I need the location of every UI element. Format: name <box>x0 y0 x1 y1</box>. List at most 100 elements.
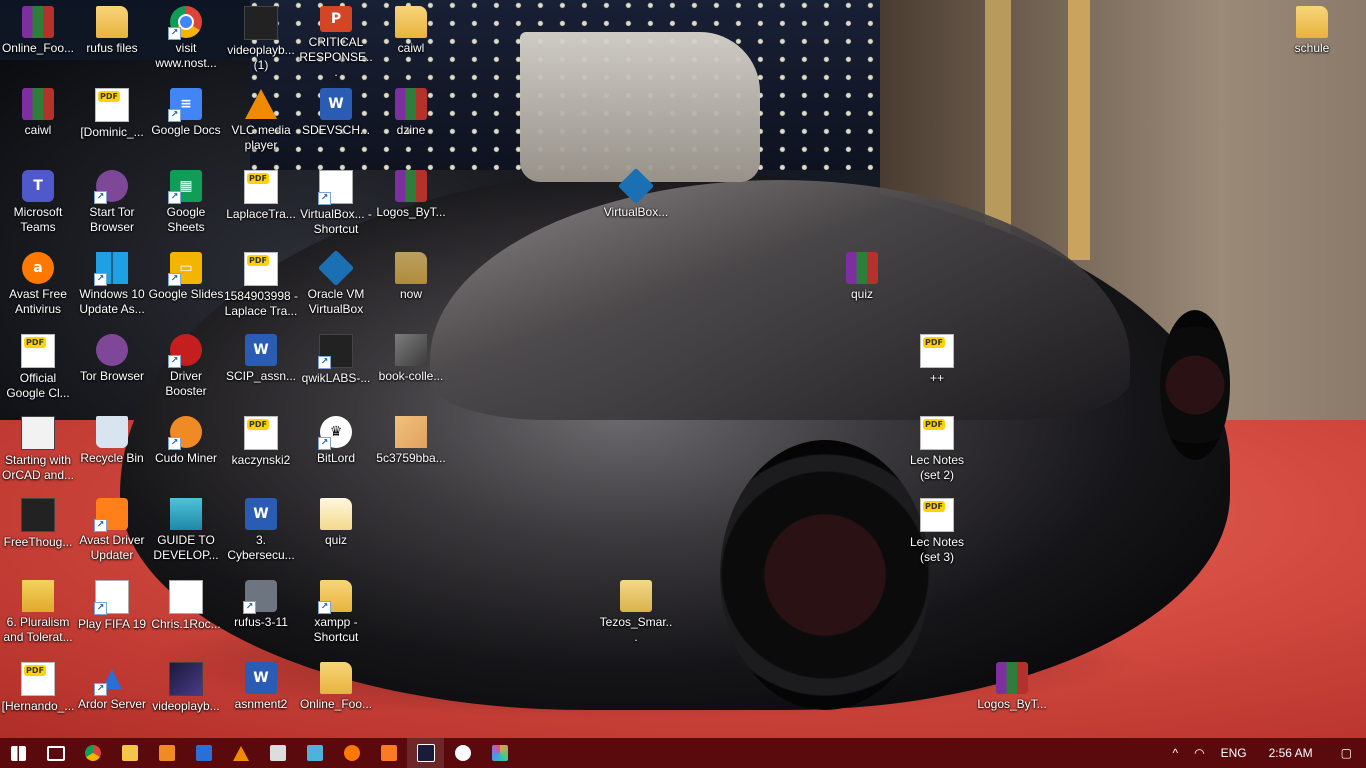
desktop-icon-schule[interactable]: schule <box>1274 0 1350 80</box>
powershell-icon <box>416 744 435 762</box>
taskbar-vlc[interactable] <box>222 738 259 768</box>
desktop-icon-virtualbox[interactable]: VirtualBox... <box>598 164 674 244</box>
desktop-icon-chris-roc[interactable]: Chris.1Roc... <box>148 574 224 654</box>
folder-icon: ↗ <box>318 580 352 614</box>
desktop-icon-dominic[interactable]: [Dominic_... <box>74 82 150 162</box>
desktop-icon-pluralism[interactable]: 6. Pluralism and Tolerat... <box>0 574 76 654</box>
desktop-icon-cybersecu[interactable]: W 3. Cybersecu... <box>223 492 299 572</box>
desktop-icon-start-tor[interactable]: ↗ Start Tor Browser <box>74 164 150 244</box>
desktop-icon-guide-to-develop[interactable]: GUIDE TO DEVELOP... <box>148 492 224 572</box>
desktop-icon-logos-byt-2[interactable]: Logos_ByT... <box>974 656 1050 736</box>
taskbar-bitlord[interactable] <box>444 738 481 768</box>
app-icon <box>195 745 212 761</box>
taskbar-powershell[interactable] <box>407 738 444 768</box>
desktop-icon-lec-notes-3[interactable]: Lec Notes (set 3) <box>899 492 975 572</box>
desktop-icon-xampp-shortcut[interactable]: ↗ xampp - Shortcut <box>298 574 374 654</box>
desktop-icon-rufus-files[interactable]: rufus files <box>74 0 150 80</box>
desktop-icon-asnment2[interactable]: Wasnment2 <box>223 656 299 736</box>
desktop-icon-win10-update[interactable]: ↗ Windows 10 Update As... <box>74 246 150 326</box>
desktop-icon-official-google[interactable]: Official Google Cl... <box>0 328 76 408</box>
desktop-icon-oracle-vm[interactable]: Oracle VM VirtualBox <box>298 246 374 326</box>
desktop-icon-quiz-rar[interactable]: quiz <box>824 246 900 326</box>
desktop-icon-book-colle[interactable]: book-colle... <box>373 328 449 408</box>
notification-icon[interactable]: ▢ <box>1327 746 1366 760</box>
chrome-icon <box>84 745 101 761</box>
desktop-icon-critical-response[interactable]: P CRITICAL RESPONSE... <box>298 0 374 80</box>
taskbar-app-blue[interactable] <box>185 738 222 768</box>
clock[interactable]: 2:56 AM <box>1255 746 1327 760</box>
task-view-icon <box>46 745 65 761</box>
app-icon: ↗ <box>318 334 353 369</box>
desktop-icon-laplacetra[interactable]: LaplaceTra... <box>223 164 299 244</box>
desktop-icon-logos-byt[interactable]: Logos_ByT... <box>373 164 449 244</box>
desktop-icon-caiwl-rar[interactable]: caiwl <box>0 82 76 162</box>
desktop-icon-videoplayback[interactable]: videoplayb... <box>148 656 224 736</box>
desktop-icon-plusplus[interactable]: ++ <box>899 328 975 408</box>
google-docs-icon: ≡ ↗ <box>168 88 202 122</box>
taskbar-xampp[interactable] <box>370 738 407 768</box>
avast-icon: a <box>22 252 54 284</box>
start-button[interactable] <box>0 738 37 768</box>
desktop-icon-driver-booster[interactable]: ↗ Driver Booster <box>148 328 224 408</box>
pdf-icon <box>21 334 55 368</box>
desktop-icon-scip-assn[interactable]: W SCIP_assn... <box>223 328 299 408</box>
desktop-icon-rufus-3-11[interactable]: ↗ rufus-3-11 <box>223 574 299 654</box>
file-icon: ↗ <box>94 580 129 615</box>
desktop-icon-teams[interactable]: T Microsoft Teams <box>0 164 76 244</box>
desktop-icon-5c3759bba[interactable]: 5c3759bba... <box>373 410 449 490</box>
taskbar-app-orange[interactable] <box>148 738 185 768</box>
desktop-icon-online-foo[interactable]: Online_Foo... <box>0 0 76 80</box>
desktop-icon-bitlord[interactable]: ♛ ↗ BitLord <box>298 410 374 490</box>
desktop-icon-vlc[interactable]: VLC media player <box>223 82 299 162</box>
language-indicator[interactable]: ENG <box>1213 746 1255 760</box>
google-slides-icon: ▭ ↗ <box>168 252 202 286</box>
winrar-icon <box>620 580 652 612</box>
desktop-icon-virtualbox-shortcut[interactable]: ↗ VirtualBox... - Shortcut <box>298 164 374 244</box>
show-hidden-icons-button[interactable]: ^ <box>1164 746 1186 760</box>
desktop-icon-caiwl-folder[interactable]: caiwl <box>373 0 449 80</box>
taskbar-avast[interactable] <box>333 738 370 768</box>
desktop-icon-hernando[interactable]: [Hernando_... <box>0 656 76 736</box>
desktop-icon-sdevsch[interactable]: W SDEVSCH... <box>298 82 374 162</box>
virtualbox-icon <box>317 249 355 287</box>
desktop-icon-orcad[interactable]: Starting with OrCAD and... <box>0 410 76 490</box>
desktop-icon-laplace-1584903998[interactable]: 1584903998 - Laplace Tra... <box>223 246 299 326</box>
taskbar-app-teal[interactable] <box>296 738 333 768</box>
taskbar-chrome[interactable] <box>74 738 111 768</box>
task-view-button[interactable] <box>37 738 74 768</box>
desktop-icon-videoplayback-1[interactable]: videoplayb... (1) <box>223 0 299 80</box>
app-icon <box>269 745 286 761</box>
desktop-icon-visit[interactable]: ↗ visit www.nost... <box>148 0 224 80</box>
desktop-icon-avast[interactable]: a Avast Free Antivirus <box>0 246 76 326</box>
desktop-icon-ardor-server[interactable]: ▲ ↗ Ardor Server <box>74 656 150 736</box>
vlc-icon <box>232 745 249 761</box>
desktop-icon-dzine[interactable]: dzine <box>373 82 449 162</box>
virtualbox-icon <box>617 167 655 205</box>
desktop-icon-qwiklabs[interactable]: ↗ qwikLABS-... <box>298 328 374 408</box>
wallpaper-wheel <box>1160 310 1230 460</box>
desktop-icon-tezos[interactable]: Tezos_Smar... <box>598 574 674 654</box>
desktop-icon-quiz-folder[interactable]: quiz <box>298 492 374 572</box>
taskbar-app-print[interactable] <box>259 738 296 768</box>
image-icon <box>170 498 202 530</box>
desktop-icon-online-foo-folder[interactable]: Online_Foo... <box>298 656 374 736</box>
taskbar-app-colorful[interactable] <box>481 738 518 768</box>
desktop-icon-recycle-bin[interactable]: Recycle Bin <box>74 410 150 490</box>
desktop-icon-lec-notes-2[interactable]: Lec Notes (set 2) <box>899 410 975 490</box>
pdf-icon <box>920 334 954 368</box>
desktop-icon-avast-driver[interactable]: ↗ Avast Driver Updater <box>74 492 150 572</box>
desktop-icon-google-slides[interactable]: ▭ ↗ Google Slides <box>148 246 224 326</box>
desktop-icon-play-fifa[interactable]: ↗ Play FIFA 19 <box>74 574 150 654</box>
desktop-icon-google-docs[interactable]: ≡ ↗ Google Docs <box>148 82 224 162</box>
desktop-icon-freethoug[interactable]: FreeThoug... <box>0 492 76 572</box>
file-icon: ↗ <box>318 170 353 205</box>
desktop-icon-google-sheets[interactable]: ▦ ↗ Google Sheets <box>148 164 224 244</box>
taskbar-file-explorer[interactable] <box>111 738 148 768</box>
wifi-icon[interactable]: ◠ <box>1186 746 1212 760</box>
word-icon: W <box>320 88 352 120</box>
desktop-icon-cudo-miner[interactable]: ↗ Cudo Miner <box>148 410 224 490</box>
desktop-icon-now[interactable]: now <box>373 246 449 326</box>
desktop-icon-kaczynski2[interactable]: kaczynski2 <box>223 410 299 490</box>
desktop-icon-tor-browser[interactable]: Tor Browser <box>74 328 150 408</box>
winrar-icon <box>395 170 427 202</box>
